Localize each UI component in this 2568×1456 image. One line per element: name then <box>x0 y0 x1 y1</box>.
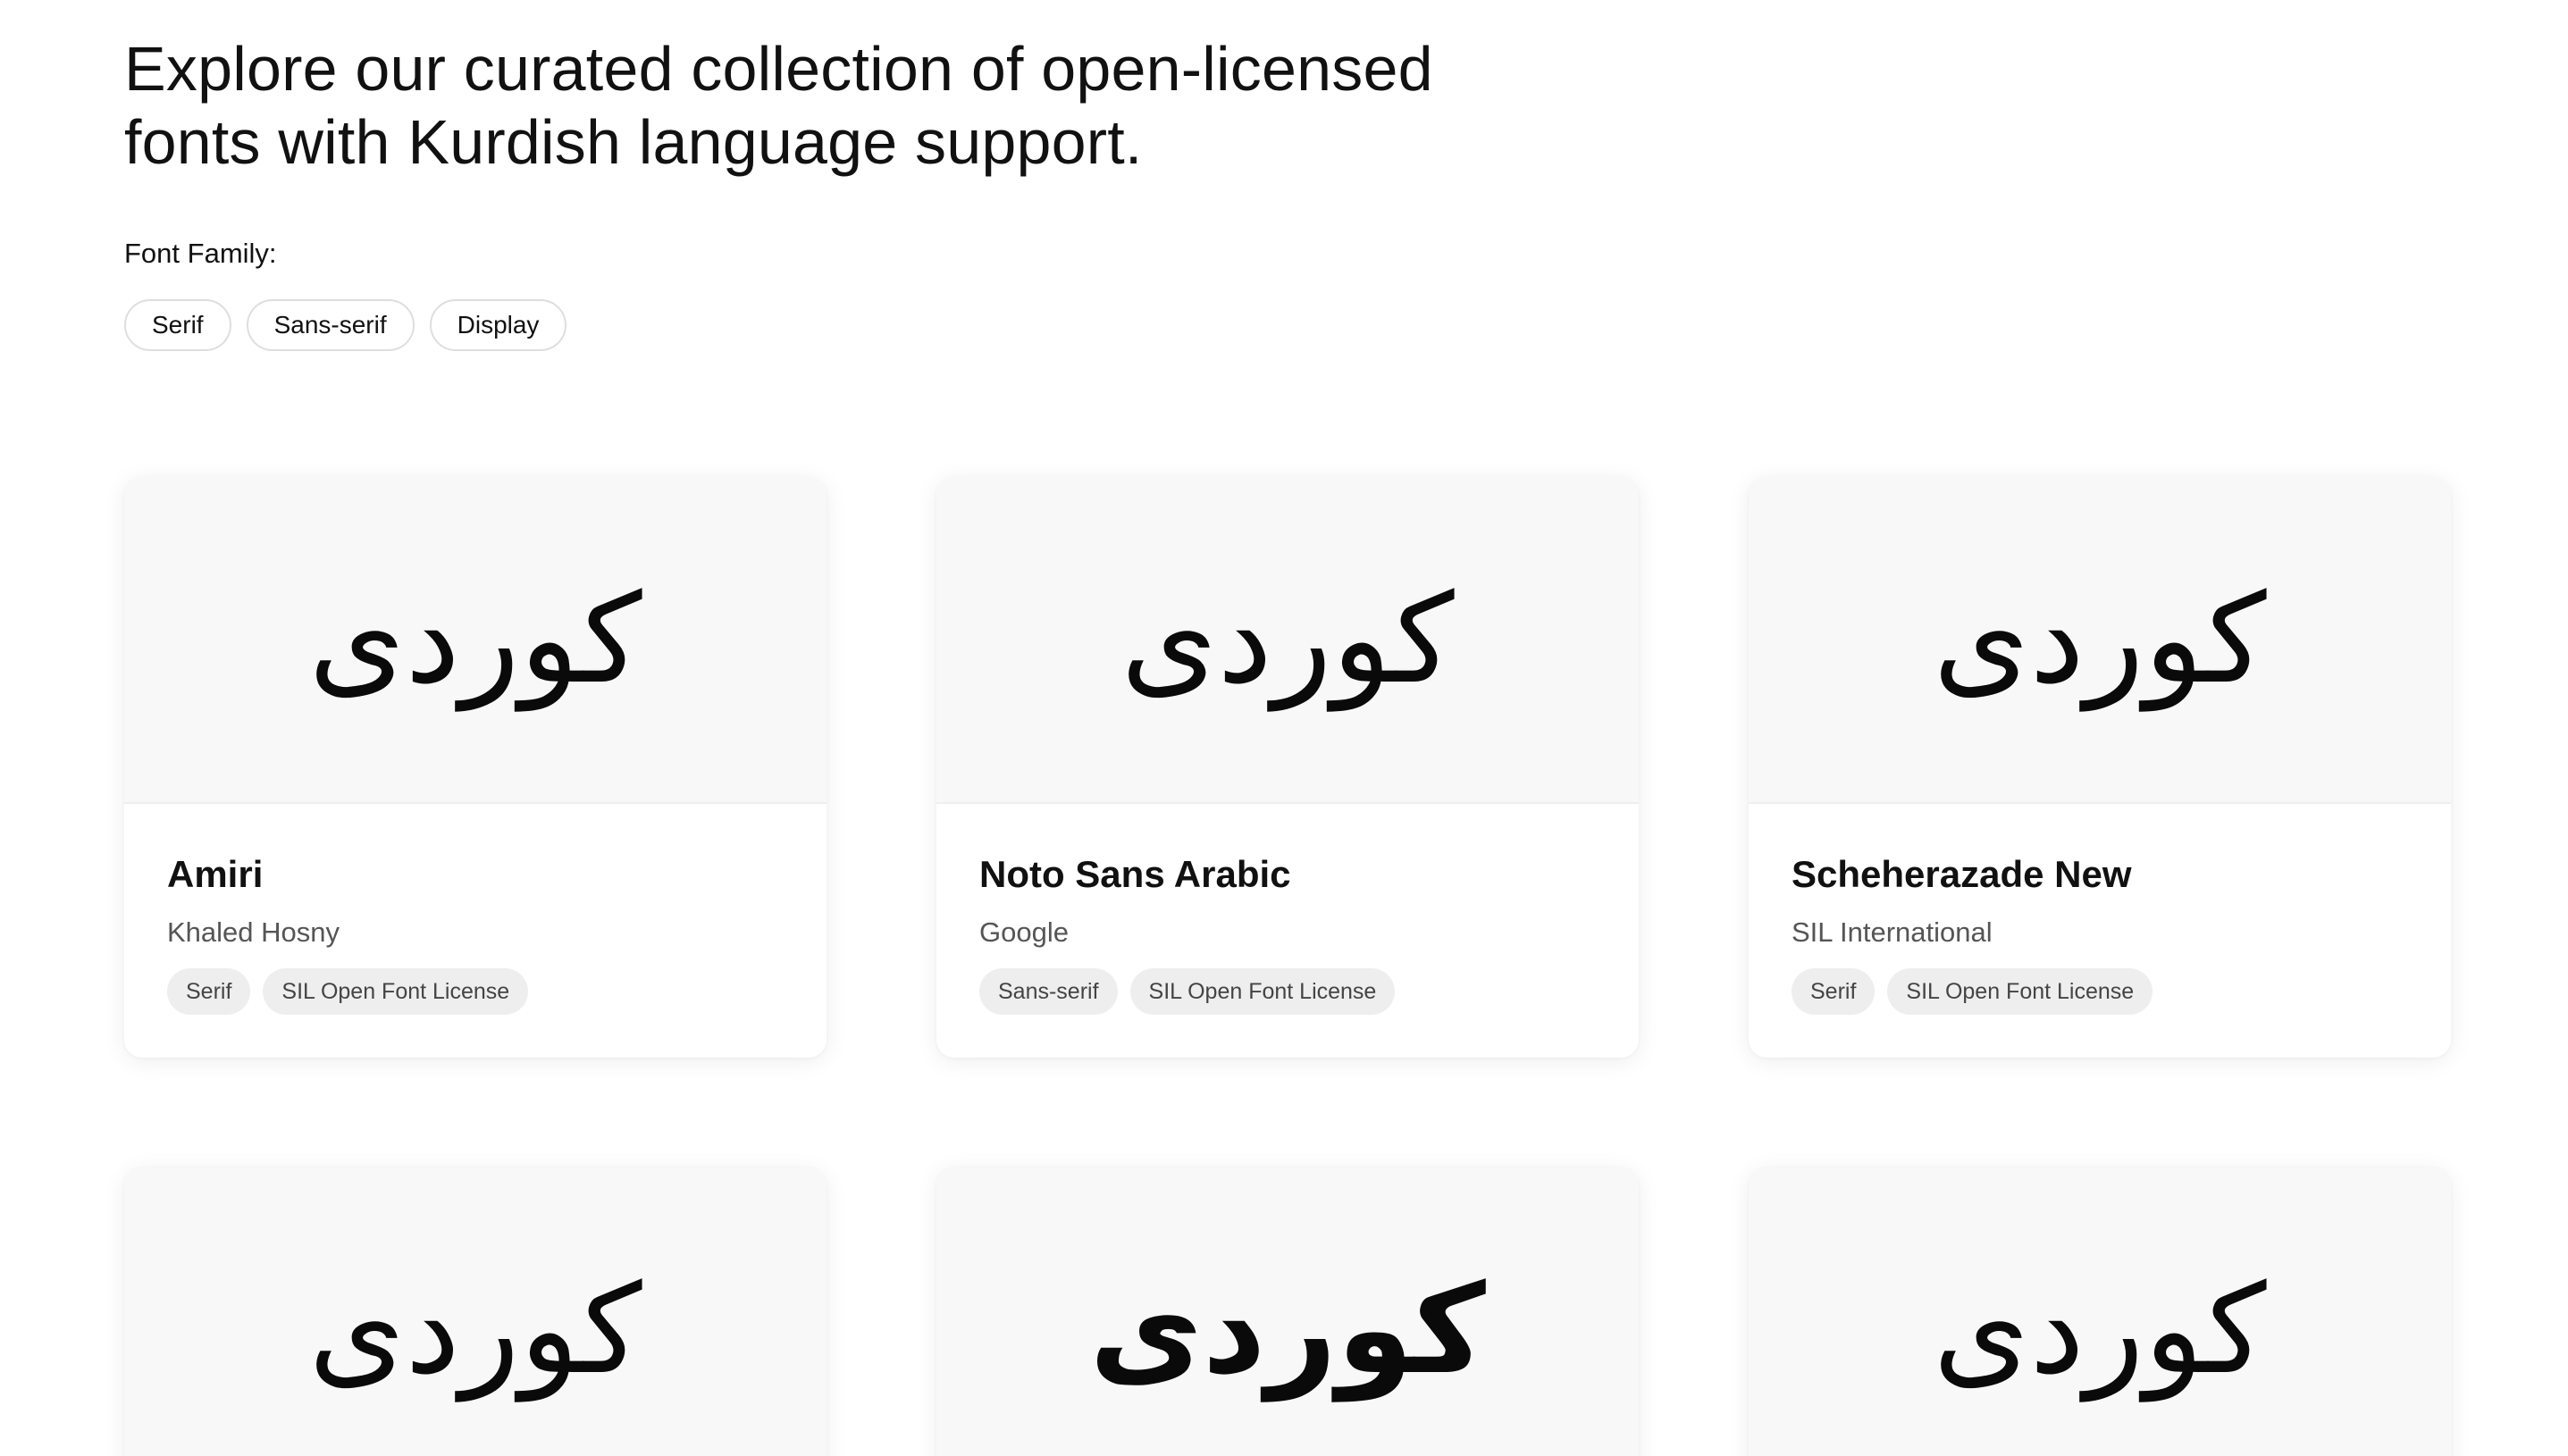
font-card[interactable]: کوردی <box>1749 1167 2451 1456</box>
font-family-filter-group: Serif Sans-serif Display <box>124 299 567 351</box>
intro-line-2: fonts with Kurdish language support. <box>124 107 1143 177</box>
font-license-tag: SIL Open Font License <box>1129 968 1396 1015</box>
font-name: Scheherazade New <box>1792 853 2132 895</box>
font-card-noto-sans-arabic[interactable]: کوردی Noto Sans Arabic Google Sans-serif… <box>936 477 1639 1058</box>
font-category-tag: Serif <box>1792 968 1876 1015</box>
font-preview: کوردی <box>936 477 1639 804</box>
font-preview-text: کوردی <box>308 567 642 711</box>
filter-chip-display[interactable]: Display <box>429 299 567 351</box>
filter-chip-serif[interactable]: Serif <box>124 299 231 351</box>
font-tags: Serif SIL Open Font License <box>1792 968 2408 1015</box>
font-designer: SIL International <box>1792 916 1993 948</box>
font-card-info: Noto Sans Arabic Google Sans-serif SIL O… <box>936 804 1639 1015</box>
font-designer: Khaled Hosny <box>167 916 340 948</box>
font-preview: کوردی <box>124 1167 827 1456</box>
font-preview: کوردی <box>1749 1167 2451 1456</box>
font-card-info: Scheherazade New SIL International Serif… <box>1749 804 2451 1015</box>
font-preview-text: کوردی <box>1933 1258 2267 1402</box>
font-category-tag: Sans-serif <box>979 968 1118 1015</box>
font-card[interactable]: کوردی <box>124 1167 827 1456</box>
font-family-filter-label: Font Family: <box>124 238 277 269</box>
font-tags: Sans-serif SIL Open Font License <box>979 968 1596 1015</box>
font-preview: کوردی <box>936 1167 1639 1456</box>
filter-chip-sans-serif[interactable]: Sans-serif <box>246 299 415 351</box>
font-preview: کوردی <box>124 477 827 804</box>
font-tags: Serif SIL Open Font License <box>167 968 784 1015</box>
font-preview-text: کوردی <box>1120 567 1455 711</box>
font-card-scheherazade-new[interactable]: کوردی Scheherazade New SIL International… <box>1749 477 2451 1058</box>
font-designer: Google <box>979 916 1069 948</box>
font-name: Amiri <box>167 853 264 895</box>
font-license-tag: SIL Open Font License <box>263 968 529 1015</box>
font-card[interactable]: کوردی <box>936 1167 1639 1456</box>
font-name: Noto Sans Arabic <box>979 853 1291 895</box>
font-card-amiri[interactable]: کوردی Amiri Khaled Hosny Serif SIL Open … <box>124 477 827 1058</box>
intro-heading: Explore our curated collection of open-l… <box>124 32 1607 179</box>
font-preview-text: کوردی <box>1933 567 2267 711</box>
font-gallery-page: Explore our curated collection of open-l… <box>0 0 2568 1456</box>
font-category-tag: Serif <box>167 968 251 1015</box>
intro-line-1: Explore our curated collection of open-l… <box>124 34 1433 104</box>
font-preview-text: کوردی <box>308 1258 642 1402</box>
font-preview: کوردی <box>1749 477 2451 804</box>
font-license-tag: SIL Open Font License <box>1887 968 2153 1015</box>
font-card-info: Amiri Khaled Hosny Serif SIL Open Font L… <box>124 804 827 1015</box>
font-preview-text: کوردی <box>1089 1258 1486 1402</box>
